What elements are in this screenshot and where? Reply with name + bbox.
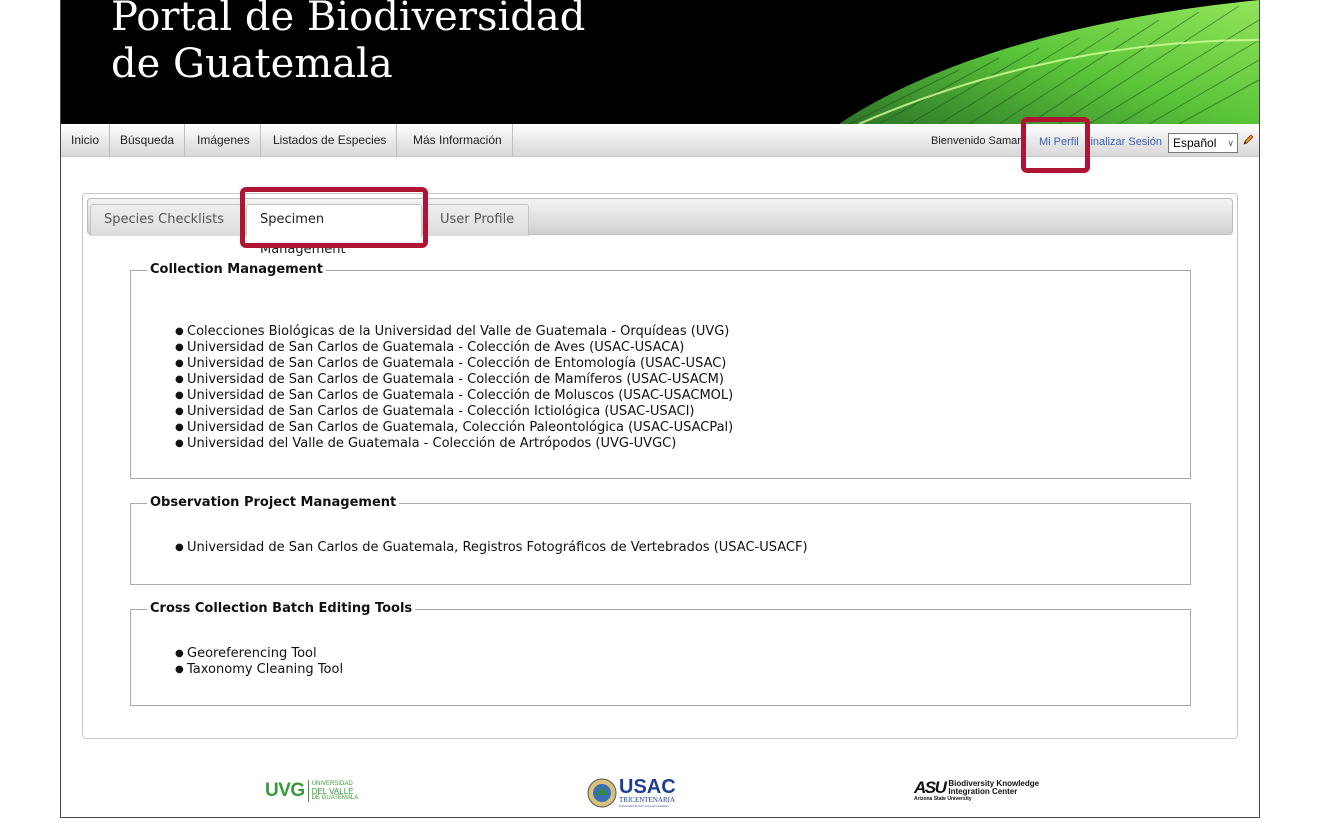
language-select-value: Español xyxy=(1173,136,1217,150)
observation-project-section: Observation Project Management ● Universi… xyxy=(130,495,1191,585)
chevron-down-icon: ∨ xyxy=(1227,138,1234,148)
asu-logo-line3: Arizona State University xyxy=(914,796,972,802)
collection-link[interactable]: ● Colecciones Biológicas de la Universida… xyxy=(175,324,733,340)
batch-tools-list: ● Georeferencing Tool ● Taxonomy Cleaning … xyxy=(175,646,343,678)
collection-management-title: Collection Management xyxy=(147,262,326,277)
collection-link[interactable]: ● Universidad de San Carlos de Guatemala … xyxy=(175,388,733,404)
quetzal-feather-image xyxy=(839,0,1259,124)
footer-logos: UVG UNIVERSIDAD DEL VALLE DE GUATEMALA U… xyxy=(61,770,1259,814)
usac-logo-sub2: Universidad de San Carlos de Guatemala xyxy=(619,804,669,808)
batch-editing-title: Cross Collection Batch Editing Tools xyxy=(147,601,416,616)
collection-link[interactable]: ● Universidad de San Carlos de Guatemala,… xyxy=(175,420,733,436)
menu-item-mas-informacion[interactable]: Más Información xyxy=(403,124,513,157)
language-select[interactable]: Español ∨ xyxy=(1168,133,1238,153)
pencil-icon[interactable] xyxy=(1242,134,1254,146)
collection-link[interactable]: ● Universidad del Valle de Guatemala - Co… xyxy=(175,436,733,452)
highlight-specimen-tab xyxy=(240,187,428,248)
menu-item-imagenes[interactable]: Imágenes xyxy=(187,124,261,157)
tabs-panel: Species Checklists Specimen Management U… xyxy=(82,193,1238,739)
batch-editing-section: Cross Collection Batch Editing Tools ● Ge… xyxy=(130,601,1191,706)
observation-project-title: Observation Project Management xyxy=(147,495,400,510)
taxonomy-cleaning-tool-link[interactable]: ● Taxonomy Cleaning Tool xyxy=(175,662,343,678)
tab-species-checklists[interactable]: Species Checklists xyxy=(90,204,242,236)
site-title-line2: de Guatemala xyxy=(111,41,393,87)
uvg-logo-abbr: UVG xyxy=(265,780,305,801)
site-title: Portal de Biodiversidad de Guatemala xyxy=(111,0,585,88)
usac-logo[interactable]: USAC TRICENTENARIA Universidad de San Ca… xyxy=(587,776,676,808)
welcome-text: Bienvenido Samantha xyxy=(931,135,1023,147)
collection-link[interactable]: ● Universidad de San Carlos de Guatemala … xyxy=(175,372,733,388)
site-title-line1: Portal de Biodiversidad xyxy=(111,0,586,40)
usac-logo-abbr: USAC xyxy=(619,776,676,798)
menu-item-listados[interactable]: Listados de Especies xyxy=(263,124,398,157)
usac-logo-sub: TRICENTENARIA xyxy=(619,796,675,804)
collection-link[interactable]: ● Universidad de San Carlos de Guatemala … xyxy=(175,356,733,372)
collection-link[interactable]: ● Universidad de San Carlos de Guatemala … xyxy=(175,404,733,420)
uvg-logo[interactable]: UVG UNIVERSIDAD DEL VALLE DE GUATEMALA xyxy=(265,780,358,802)
logout-link[interactable]: Finalizar Sesión xyxy=(1088,136,1162,148)
collection-list: ● Colecciones Biológicas de la Universida… xyxy=(175,324,733,452)
uvg-logo-line3: DE GUATEMALA xyxy=(311,794,359,801)
asu-logo-line2: Integration Center xyxy=(948,787,1018,796)
uvg-logo-line2: DEL VALLE xyxy=(311,786,354,796)
collection-management-section: Collection Management ● Colecciones Bioló… xyxy=(130,262,1191,479)
header-banner: Portal de Biodiversidad de Guatemala xyxy=(61,0,1259,124)
menu-item-busqueda[interactable]: Búsqueda xyxy=(110,124,186,157)
observation-list: ● Universidad de San Carlos de Guatemala,… xyxy=(175,540,808,556)
menu-item-inicio[interactable]: Inicio xyxy=(61,124,111,157)
usac-seal-icon xyxy=(587,778,617,808)
observation-project-link[interactable]: ● Universidad de San Carlos de Guatemala,… xyxy=(175,540,808,556)
highlight-profile-link xyxy=(1021,117,1090,173)
collection-link[interactable]: ● Universidad de San Carlos de Guatemala … xyxy=(175,340,733,356)
asu-bkic-logo[interactable]: ASU Biodiversity Knowledge Integration C… xyxy=(914,778,1039,802)
georeferencing-tool-link[interactable]: ● Georeferencing Tool xyxy=(175,646,343,662)
tab-user-profile[interactable]: User Profile xyxy=(426,204,529,236)
asu-logo-abbr: ASU xyxy=(914,778,947,797)
